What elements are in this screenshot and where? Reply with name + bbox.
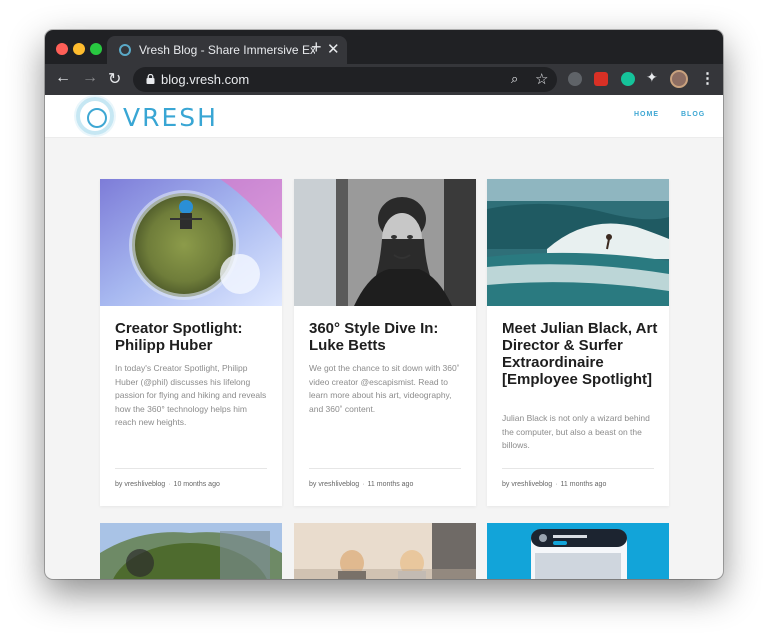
tab-close-icon[interactable]: ✕	[327, 40, 340, 58]
window-close-button[interactable]	[56, 43, 68, 55]
browser-window: Vresh Blog - Share Immersive Experiences…	[45, 30, 723, 579]
vresh-logo-icon[interactable]	[76, 97, 114, 135]
window-minimize-button[interactable]	[73, 43, 85, 55]
profile-avatar[interactable]	[670, 70, 688, 88]
card-divider	[115, 468, 267, 469]
post-card-julian-black[interactable]: Meet Julian Black, Art Director & Surfer…	[487, 179, 669, 506]
nav-home-link[interactable]: HOME	[634, 111, 659, 118]
forward-arrow-icon[interactable]: →	[82, 69, 98, 87]
extensions-puzzle-icon[interactable]: ✦	[646, 69, 658, 86]
post-card-luke-betts[interactable]: 360° Style Dive In: Luke Betts We got th…	[294, 179, 476, 506]
post-image-tiny-planet-2[interactable]	[100, 523, 282, 579]
post-time: 10 months ago	[173, 481, 220, 488]
post-image-office-team[interactable]	[294, 523, 476, 579]
site-header: VRESH HOME BLOG	[45, 95, 723, 138]
post-image-app-phone[interactable]	[487, 523, 669, 579]
site-logo-text[interactable]: VRESH	[123, 103, 218, 132]
vresh-favicon-icon	[119, 44, 131, 56]
browser-toolbar: ← → ↻ blog.vresh.com ⌕ ☆ ✦ ⋮	[45, 64, 723, 95]
kebab-menu-icon[interactable]: ⋮	[700, 69, 715, 87]
post-title[interactable]: Meet Julian Black, Art Director & Surfer…	[502, 320, 662, 388]
post-time: 11 months ago	[367, 481, 414, 488]
post-excerpt: Julian Black is not only a wizard behind…	[502, 413, 650, 450]
post-title[interactable]: 360° Style Dive In: Luke Betts	[309, 320, 469, 354]
lock-icon	[146, 74, 155, 84]
card-divider	[309, 468, 461, 469]
post-image-portrait[interactable]	[294, 179, 476, 306]
extension-1-icon[interactable]	[568, 72, 582, 86]
post-meta: by vreshliveblog · 11 months ago	[309, 481, 414, 488]
reload-icon[interactable]: ↻	[108, 69, 121, 89]
post-excerpt: In today's Creator Spotlight, Philipp Hu…	[115, 363, 267, 427]
nav-blog-link[interactable]: BLOG	[681, 111, 705, 118]
tab-strip: Vresh Blog - Share Immersive Experiences…	[45, 30, 723, 64]
post-title[interactable]: Creator Spotlight: Philipp Huber	[115, 320, 275, 354]
post-time: 11 months ago	[560, 481, 607, 488]
post-excerpt: We got the chance to sit down with 360˚ …	[309, 363, 460, 414]
bookmark-star-icon[interactable]: ☆	[535, 70, 548, 88]
new-tab-button[interactable]: +	[311, 37, 322, 58]
post-image-tiny-planet[interactable]	[100, 179, 282, 306]
window-maximize-button[interactable]	[90, 43, 102, 55]
post-meta: by vreshliveblog · 10 months ago	[115, 481, 220, 488]
post-author[interactable]: by vreshliveblog	[502, 481, 552, 488]
card-divider	[502, 468, 654, 469]
address-bar[interactable]: blog.vresh.com ⌕ ☆	[133, 67, 557, 92]
grammarly-icon[interactable]	[621, 72, 635, 86]
url-text[interactable]: blog.vresh.com	[161, 72, 249, 87]
post-image-surfer[interactable]	[487, 179, 669, 306]
back-arrow-icon[interactable]: ←	[55, 69, 71, 87]
post-author[interactable]: by vreshliveblog	[309, 481, 359, 488]
post-author[interactable]: by vreshliveblog	[115, 481, 165, 488]
zoom-icon[interactable]: ⌕	[511, 71, 518, 87]
post-meta: by vreshliveblog · 11 months ago	[502, 481, 607, 488]
extension-2-icon[interactable]	[594, 72, 608, 86]
tab-title: Vresh Blog - Share Immersive Experiences	[139, 43, 315, 57]
post-card-philipp-huber[interactable]: Creator Spotlight: Philipp Huber In toda…	[100, 179, 282, 506]
